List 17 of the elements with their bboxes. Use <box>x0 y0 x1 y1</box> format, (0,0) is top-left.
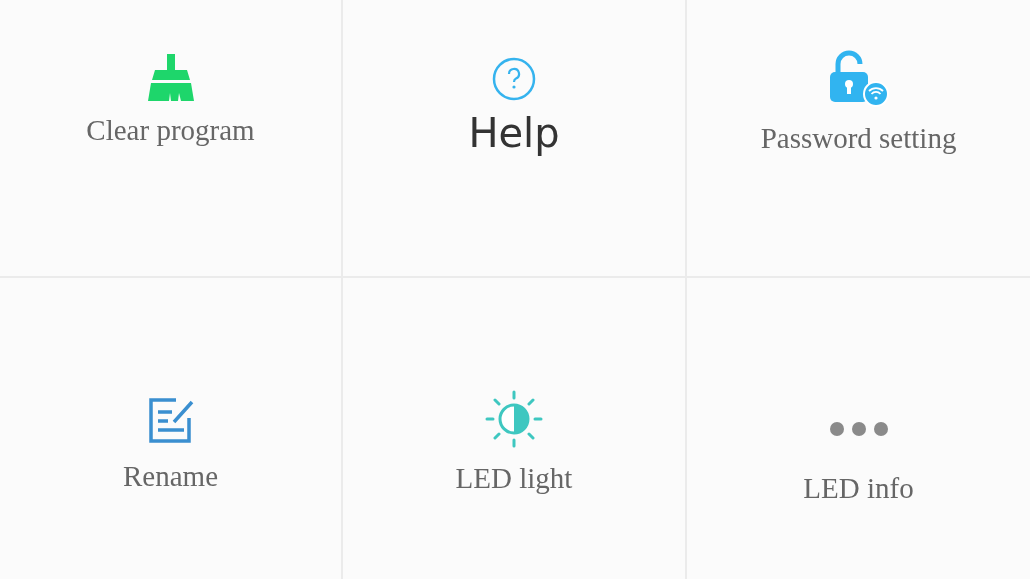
more-icon <box>827 420 890 438</box>
menu-tile[interactable]: Help <box>343 0 687 278</box>
tile-label: Password setting <box>760 122 957 155</box>
tile-label: LED info <box>803 472 914 505</box>
help-icon <box>491 56 537 102</box>
menu-tile[interactable]: LED light <box>343 278 687 579</box>
menu-tile[interactable]: Password setting <box>687 0 1030 278</box>
brightness-icon <box>485 390 543 448</box>
tile-label: LED light <box>455 462 573 495</box>
menu-tile[interactable]: Clear program <box>0 0 343 278</box>
tile-label: Clear program <box>86 114 255 147</box>
lock-wifi-icon <box>827 50 890 108</box>
menu-tile[interactable]: LED info <box>687 278 1030 579</box>
tile-label: Rename <box>123 460 218 493</box>
broom-icon <box>147 52 194 102</box>
tile-label: Help <box>468 110 560 156</box>
menu-tile[interactable]: Rename <box>0 278 343 579</box>
